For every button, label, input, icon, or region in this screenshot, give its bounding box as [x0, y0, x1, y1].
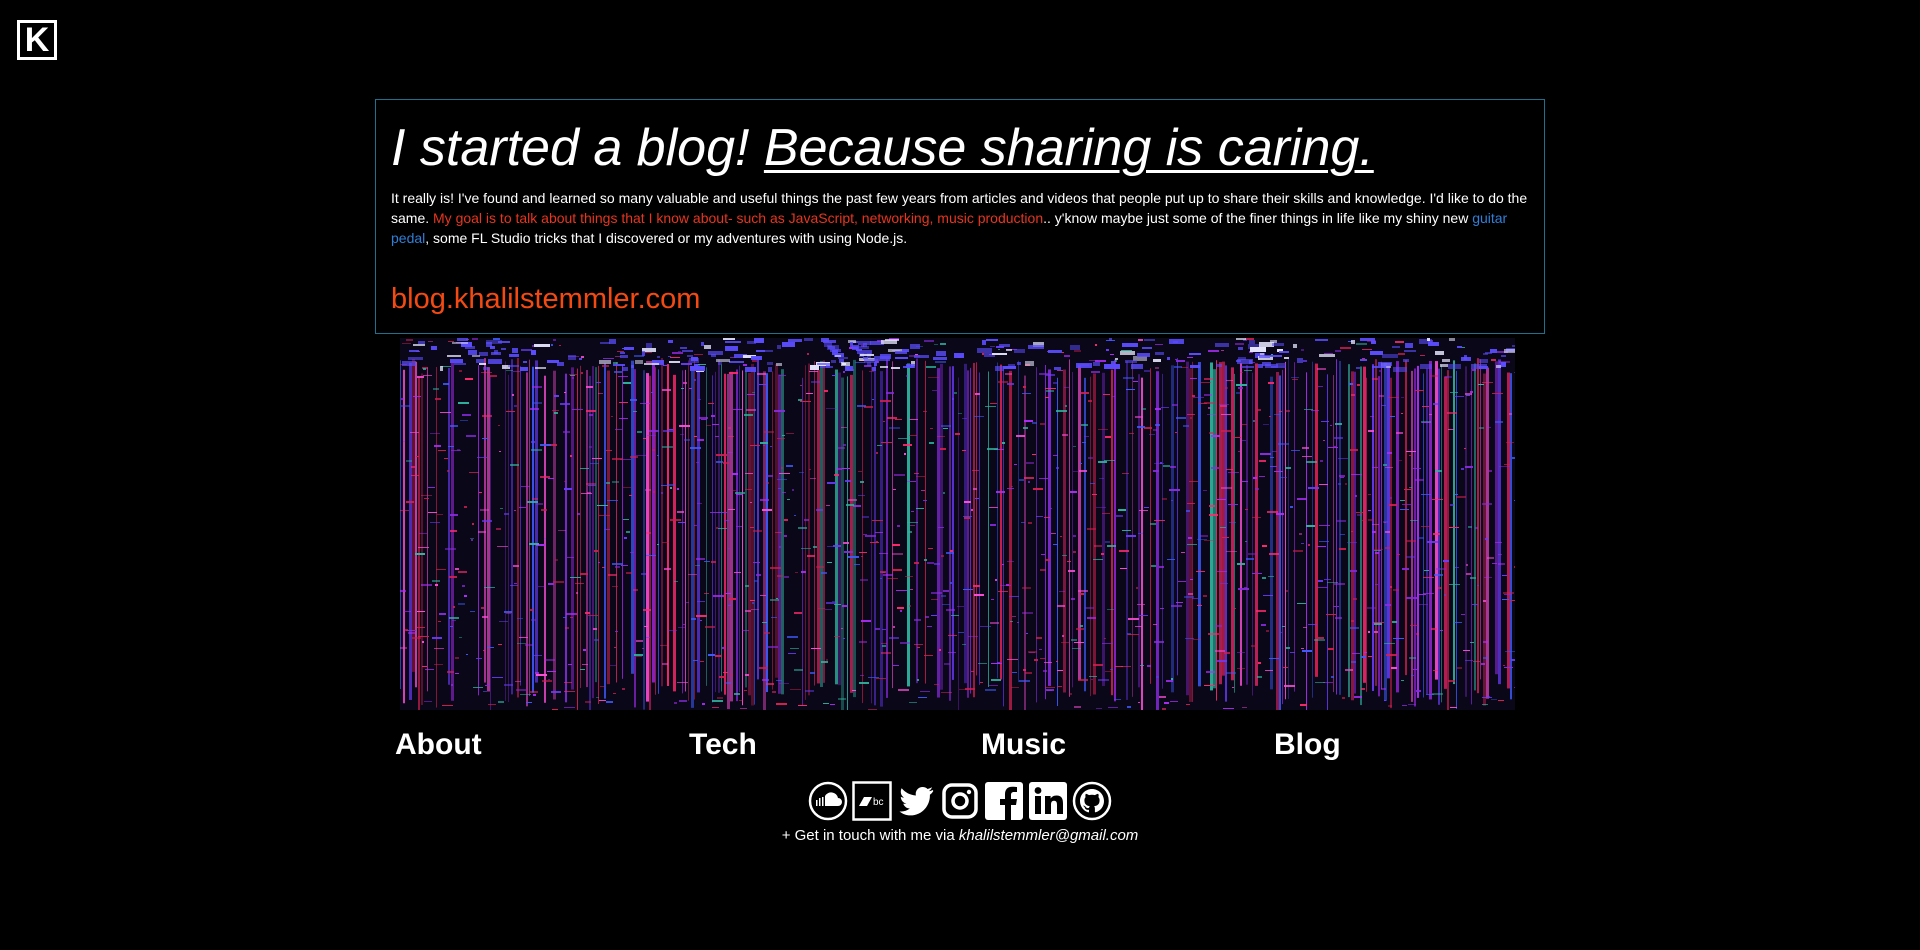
instagram-icon[interactable] [940, 781, 980, 821]
github-icon[interactable] [1072, 781, 1112, 821]
intro-text-2: .. y'know maybe just some of the finer t… [1043, 210, 1473, 226]
facebook-icon[interactable] [984, 781, 1024, 821]
nav-music[interactable]: Music [981, 728, 1066, 762]
twitter-icon[interactable] [896, 781, 936, 821]
contact-prefix: + Get in touch with me via [781, 827, 959, 844]
nav-about[interactable]: About [395, 728, 482, 762]
glitch-visual [400, 338, 1515, 710]
headline-plain: I started a blog! [391, 119, 764, 177]
logo-link[interactable]: K [17, 20, 57, 60]
blog-announcement-card: I started a blog! Because sharing is car… [375, 99, 1545, 334]
linkedin-icon[interactable] [1028, 781, 1068, 821]
svg-text:bc: bc [873, 797, 884, 808]
contact-line: + Get in touch with me via khalilstemmle… [0, 827, 1920, 844]
bandcamp-icon[interactable]: bc [852, 781, 892, 821]
contact-email[interactable]: khalilstemmler@gmail.com [959, 827, 1138, 844]
glitch-visualizer-image [400, 338, 1515, 710]
headline: I started a blog! Because sharing is car… [391, 118, 1529, 178]
intro-goal-text: My goal is to talk about things that I k… [433, 210, 1044, 226]
nav-tech[interactable]: Tech [689, 728, 757, 762]
intro-text-3: , some FL Studio tricks that I discovere… [425, 230, 908, 246]
social-links: bc [808, 780, 1112, 822]
soundcloud-icon[interactable] [808, 781, 848, 821]
nav-blog[interactable]: Blog [1274, 728, 1341, 762]
headline-emphasis: Because sharing is caring. [763, 119, 1374, 177]
intro-paragraph: It really is! I've found and learned so … [391, 188, 1529, 248]
blog-url-link[interactable]: blog.khalilstemmler.com [391, 283, 700, 316]
